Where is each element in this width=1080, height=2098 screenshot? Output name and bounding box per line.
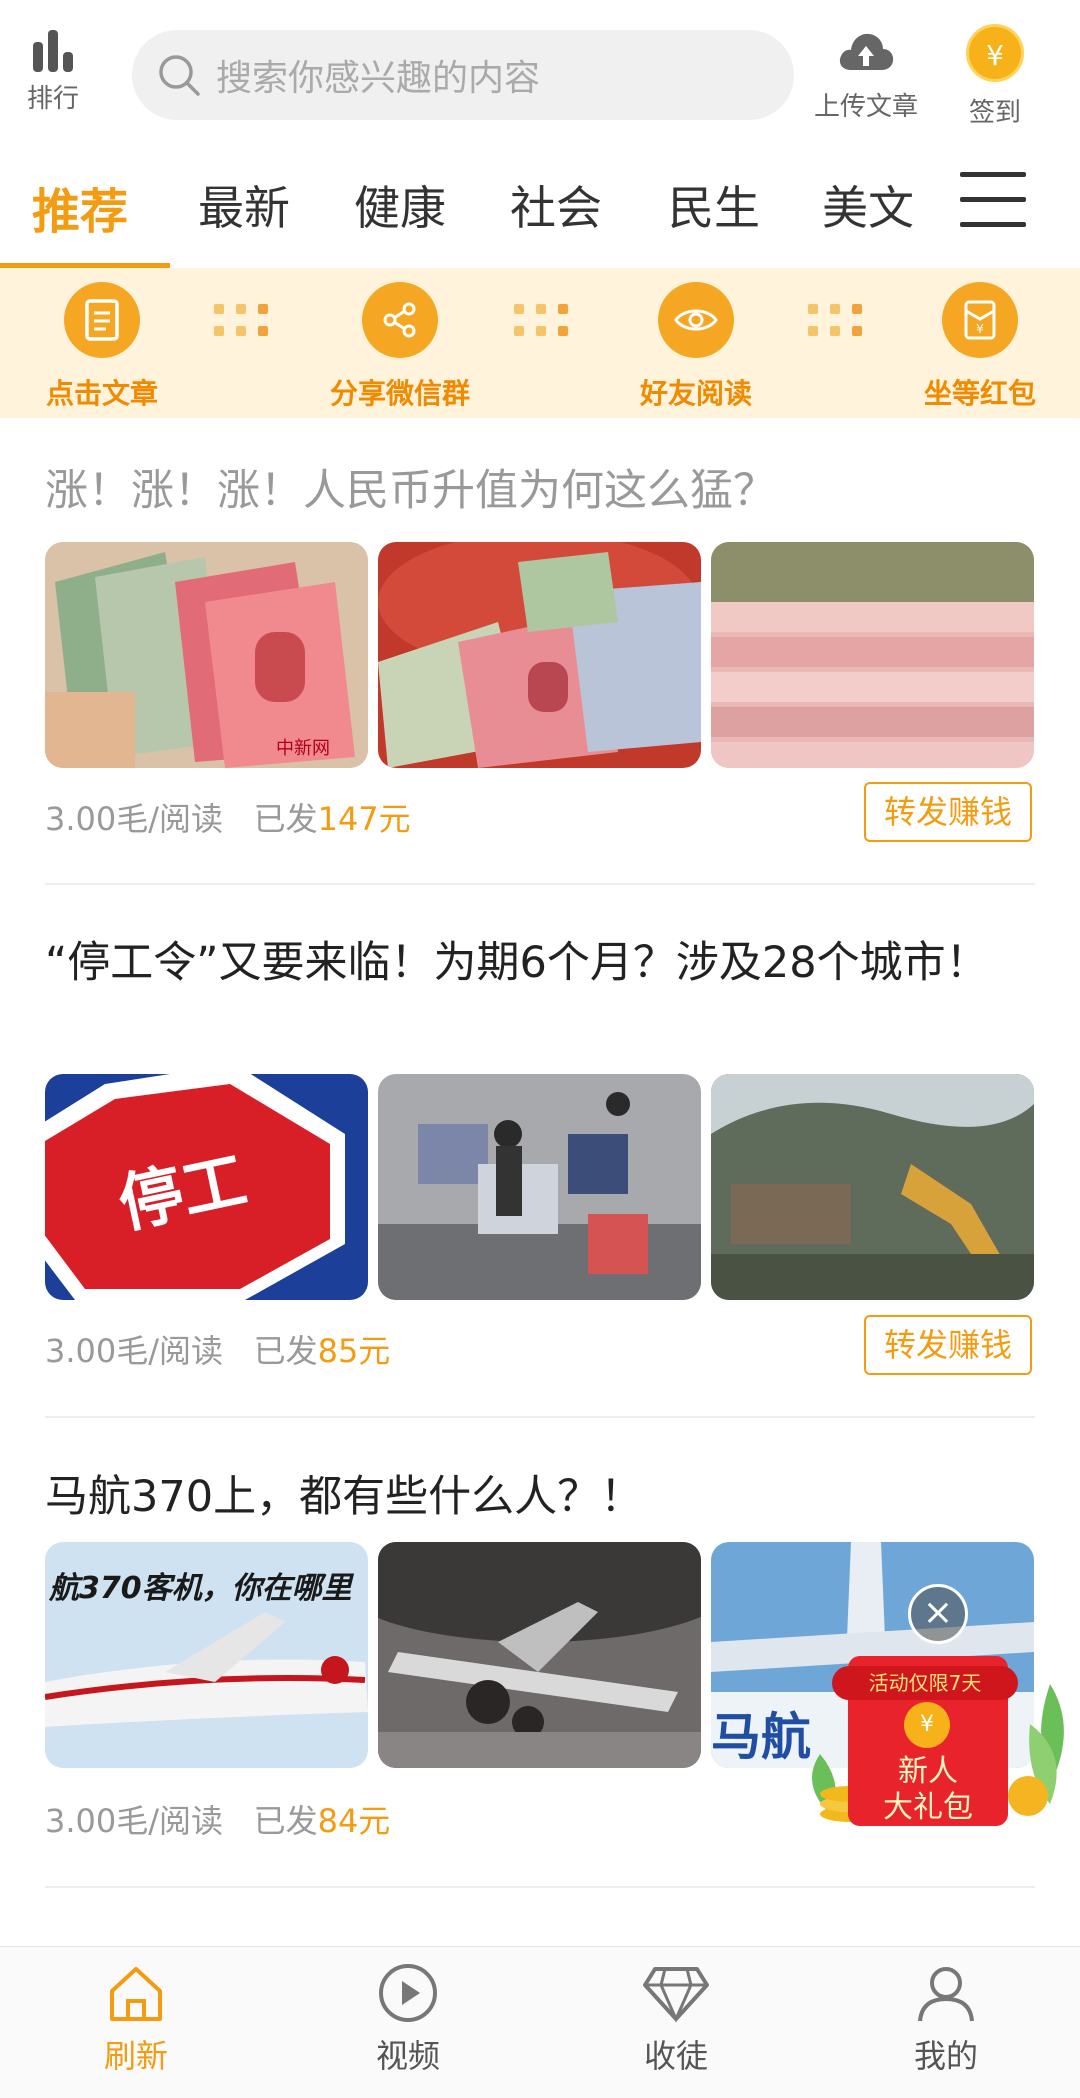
article-meta: 3.00毛/阅读 已发84元 bbox=[45, 1796, 390, 1842]
article-thumbnails: 中新网 bbox=[45, 542, 1035, 768]
paid-prefix: 已发 bbox=[253, 1332, 318, 1370]
bottom-navigation: 刷新 视频 收徒 我的 bbox=[0, 1946, 1080, 2098]
home-icon bbox=[110, 1967, 162, 2021]
share-icon bbox=[362, 282, 438, 358]
svg-text:¥: ¥ bbox=[976, 322, 984, 336]
rank-label: 排行 bbox=[26, 84, 79, 114]
signin-button[interactable]: ¥ 签到 bbox=[960, 24, 1030, 129]
article-thumbnail bbox=[711, 542, 1034, 768]
step-friend-read: 好友阅读 bbox=[596, 282, 796, 412]
step-connector-dots bbox=[808, 304, 868, 340]
document-icon bbox=[64, 282, 140, 358]
tab-essays[interactable]: 美文 bbox=[822, 172, 914, 238]
article-meta: 3.00毛/阅读 已发85元 bbox=[45, 1326, 390, 1372]
tab-recommend[interactable]: 推荐 bbox=[32, 172, 128, 242]
step-label: 分享微信群 bbox=[329, 377, 470, 410]
gift-text: 新人 大礼包 bbox=[848, 1754, 1008, 1826]
coin-icon: ¥ bbox=[966, 24, 1024, 82]
step-label: 好友阅读 bbox=[639, 377, 752, 410]
article-thumbnail: 中新网 bbox=[45, 542, 368, 768]
gift-line-1: 新人 bbox=[898, 1754, 958, 1789]
price-per-read: 3.00毛/阅读 bbox=[45, 1332, 224, 1370]
earn-steps-banner: 点击文章 分享微信群 好友阅读 ¥ 坐等红包 bbox=[0, 268, 1080, 418]
price-per-read: 3.00毛/阅读 bbox=[45, 1802, 224, 1840]
eye-icon bbox=[658, 282, 734, 358]
search-icon bbox=[159, 55, 200, 96]
step-label: 点击文章 bbox=[45, 377, 158, 410]
ranking-bars-icon bbox=[33, 30, 73, 72]
nav-apprentice[interactable]: 收徒 bbox=[606, 1961, 746, 2077]
nav-label: 我的 bbox=[913, 2037, 978, 2075]
divider bbox=[45, 883, 1035, 885]
divider bbox=[45, 1886, 1035, 1888]
limited-time-badge: 活动仅限7天 bbox=[832, 1666, 1018, 1700]
article-title[interactable]: “停工令”又要来临！为期6个月？涉及28个城市！ bbox=[45, 930, 1035, 996]
close-icon[interactable]: × bbox=[908, 1584, 968, 1644]
red-packet-icon: ¥ bbox=[942, 282, 1018, 358]
step-share-wechat: 分享微信群 bbox=[300, 282, 500, 412]
paid-amount: 84元 bbox=[317, 1802, 391, 1840]
thumbnail-caption: 马航 bbox=[711, 1708, 811, 1766]
divider bbox=[45, 1416, 1035, 1418]
step-label: 坐等红包 bbox=[923, 377, 1036, 410]
nav-mine[interactable]: 我的 bbox=[876, 1961, 1016, 2077]
search-placeholder: 搜索你感兴趣的内容 bbox=[216, 58, 541, 99]
category-tabs: 推荐 最新 健康 社会 民生 美文 bbox=[0, 150, 1080, 268]
forward-earn-button[interactable]: 转发赚钱 bbox=[864, 782, 1032, 842]
article-thumbnail bbox=[378, 1074, 701, 1300]
nav-label: 刷新 bbox=[103, 2037, 168, 2075]
watermark-text: 中新网 bbox=[276, 738, 330, 759]
cloud-upload-icon bbox=[839, 33, 894, 70]
nav-refresh[interactable]: 刷新 bbox=[66, 1961, 206, 2077]
article-thumbnail: 停工 bbox=[45, 1074, 368, 1300]
gift-line-2: 大礼包 bbox=[883, 1790, 973, 1825]
hamburger-menu-icon[interactable] bbox=[960, 172, 1026, 232]
paid-prefix: 已发 bbox=[253, 800, 318, 838]
tab-latest[interactable]: 最新 bbox=[198, 172, 290, 238]
forward-earn-button[interactable]: 转发赚钱 bbox=[864, 1315, 1032, 1375]
diamond-icon bbox=[643, 1967, 709, 2023]
paid-prefix: 已发 bbox=[253, 1802, 318, 1840]
play-icon bbox=[379, 1964, 437, 2022]
user-icon bbox=[918, 1967, 974, 2022]
article-thumbnail bbox=[711, 1074, 1034, 1300]
price-per-read: 3.00毛/阅读 bbox=[45, 800, 224, 838]
upload-label: 上传文章 bbox=[813, 92, 918, 122]
top-header: 排行 搜索你感兴趣的内容 上传文章 ¥ 签到 bbox=[0, 0, 1080, 150]
article-thumbnails: 停工 bbox=[45, 1074, 1035, 1300]
tab-health[interactable]: 健康 bbox=[354, 172, 446, 238]
nav-video[interactable]: 视频 bbox=[338, 1961, 478, 2077]
step-click-article: 点击文章 bbox=[2, 282, 202, 412]
article-title[interactable]: 涨！涨！涨！人民币升值为何这么猛？ bbox=[45, 458, 1035, 524]
tab-livelihood[interactable]: 民生 bbox=[668, 172, 760, 238]
thumbnail-caption: 航370客机，你在哪里 bbox=[48, 1571, 355, 1606]
nav-label: 视频 bbox=[375, 2037, 440, 2075]
paid-amount: 85元 bbox=[317, 1332, 391, 1370]
tab-society[interactable]: 社会 bbox=[510, 172, 602, 238]
article-thumbnail: 航370客机，你在哪里 bbox=[45, 1542, 368, 1768]
rank-button[interactable]: 排行 bbox=[22, 28, 84, 115]
signin-label: 签到 bbox=[968, 98, 1021, 128]
search-input[interactable]: 搜索你感兴趣的内容 bbox=[132, 30, 794, 120]
article-thumbnail bbox=[378, 1542, 701, 1768]
step-connector-dots bbox=[514, 304, 574, 340]
step-connector-dots bbox=[214, 304, 274, 340]
coin-icon: ¥ bbox=[904, 1702, 950, 1748]
upload-article-button[interactable]: 上传文章 bbox=[800, 28, 932, 123]
newbie-gift-floater[interactable]: × 活动仅限7天 ¥ 新人 大礼包 bbox=[800, 1584, 1080, 1826]
nav-label: 收徒 bbox=[643, 2037, 708, 2075]
step-wait-red-packet: ¥ 坐等红包 bbox=[880, 282, 1080, 412]
article-title[interactable]: 马航370上，都有些什么人？！ bbox=[45, 1464, 1035, 1530]
paid-amount: 147元 bbox=[317, 800, 411, 838]
article-meta: 3.00毛/阅读 已发147元 bbox=[45, 794, 411, 840]
article-thumbnail bbox=[378, 542, 701, 768]
